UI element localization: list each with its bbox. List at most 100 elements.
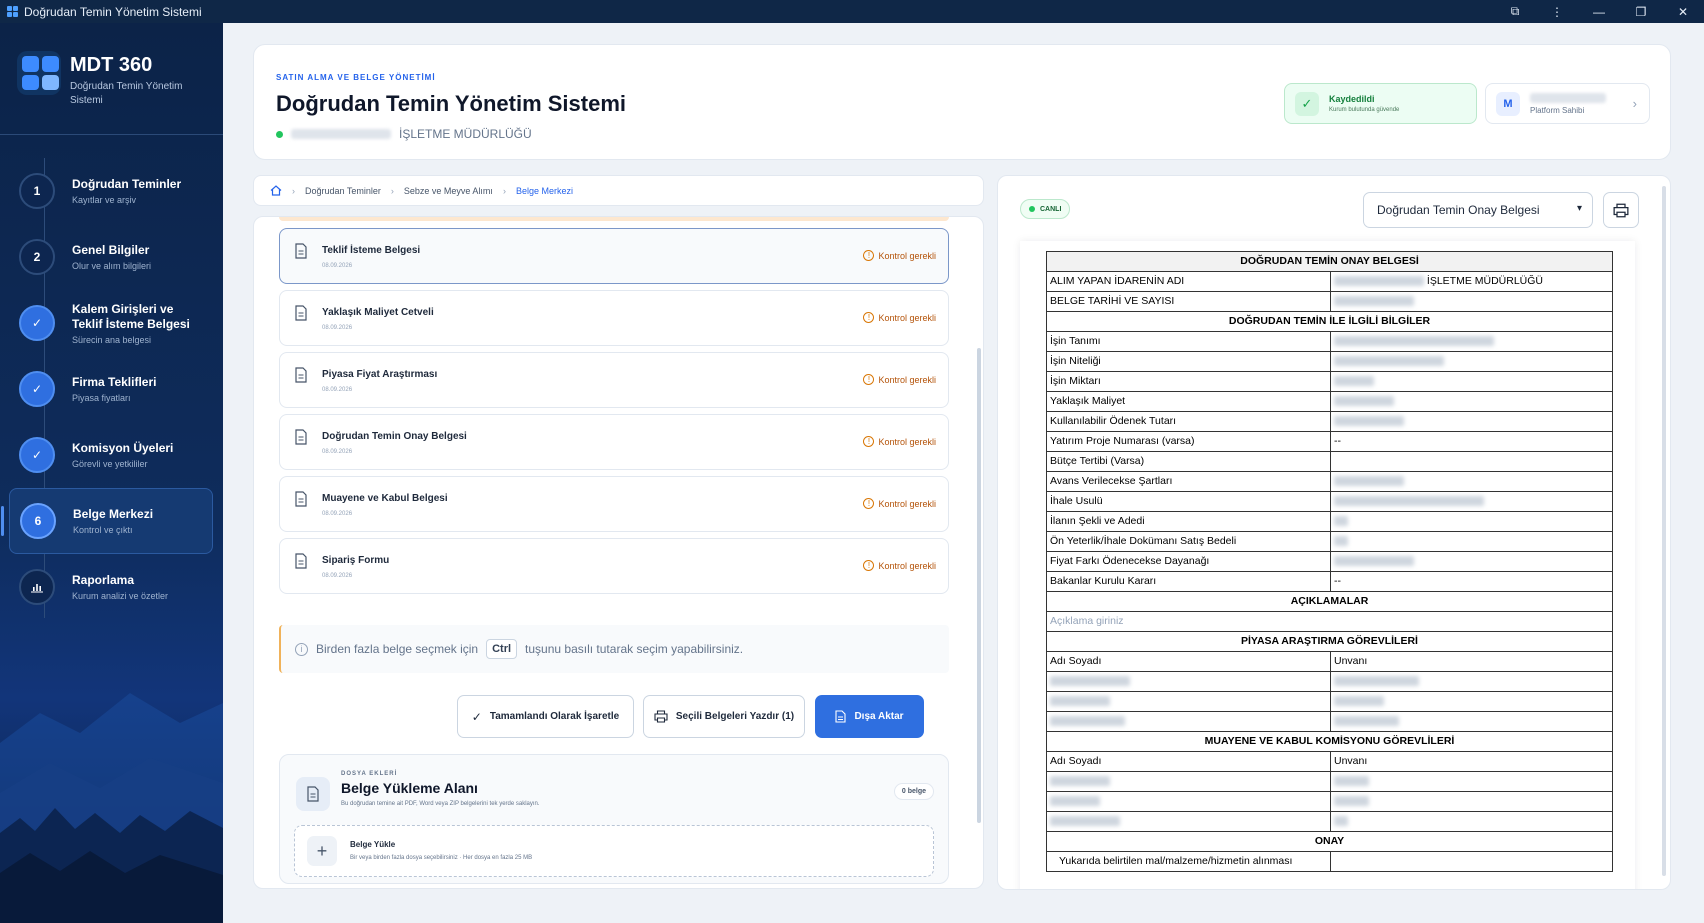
user-menu[interactable]: M Platform Sahibi › (1485, 83, 1650, 124)
app-logo (17, 51, 61, 95)
description-field[interactable]: Açıklama giriniz (1046, 611, 1613, 632)
column-header: Adı Soyadı (1046, 651, 1331, 672)
avatar: M (1496, 91, 1520, 116)
list-scrollbar[interactable] (977, 218, 981, 888)
form-label: İlanın Şekli ve Adedi (1046, 511, 1331, 532)
breadcrumb-current: Belge Merkezi (515, 185, 573, 196)
close-button[interactable]: ✕ (1662, 0, 1704, 23)
warning-icon: ! (863, 250, 875, 261)
nav-item-firma-teklifleri[interactable]: ✓ Firma Teklifleri Piyasa fiyatları (9, 356, 213, 422)
approval-form-table: DOĞRUDAN TEMİN ONAY BELGESİ ALIM YAPAN İ… (1046, 251, 1613, 872)
step-number: 2 (19, 239, 55, 275)
document-item[interactable]: Teklif İsteme Belgesi 08.09.2026 ! Kontro… (279, 228, 949, 284)
document-icon (296, 777, 330, 811)
nav-title: Raporlama (72, 573, 135, 587)
save-status-sub: Kurum bulutunda güvende (1329, 107, 1400, 113)
nav-item-belge-merkezi[interactable]: 6 Belge Merkezi Kontrol ve çıktı (1, 488, 213, 554)
document-icon (295, 243, 307, 259)
window-titlebar: Doğrudan Temin Yönetim Sistemi ⧉ ⋮ — ❐ ✕ (0, 0, 1704, 23)
nav-subtitle: Piyasa fiyatları (72, 393, 131, 403)
nav-item-kalem-girisleri[interactable]: ✓ Kalem Girişleri ve Teklif İsteme Belge… (9, 290, 213, 356)
form-label: Yatırım Proje Numarası (varsa) (1046, 431, 1331, 452)
nav-title: Genel Bilgiler (72, 243, 150, 257)
status-dot (276, 130, 283, 138)
user-role: Platform Sahibi (1530, 105, 1585, 115)
warning-icon: ! (863, 436, 875, 447)
document-item[interactable]: Yaklaşık Maliyet Cetveli 08.09.2026 ! Kon… (279, 290, 949, 346)
mark-complete-button[interactable]: ✓ Tamamlandı Olarak İşaretle (457, 695, 634, 738)
org-name: İŞLETME MÜDÜRLÜĞÜ (399, 127, 532, 141)
form-label: Bütçe Tertibi (Varsa) (1046, 451, 1331, 472)
document-select[interactable]: Doğrudan Temin Onay Belgesi ▾ (1363, 192, 1593, 228)
check-icon: ✓ (19, 437, 55, 473)
document-icon (295, 367, 307, 383)
upload-dropzone[interactable]: + Belge Yükle Bir veya birden fazla dosy… (294, 825, 934, 877)
breadcrumb-item[interactable]: Sebze ve Meyve Alımı (404, 186, 493, 196)
save-status-title: Kaydedildi (1329, 94, 1375, 104)
form-label: Bakanlar Kurulu Kararı (1046, 571, 1331, 592)
form-value: -- (1330, 571, 1613, 592)
nav-subtitle: Kurum analizi ve özetler (72, 591, 169, 601)
document-date: 08.09.2026 (322, 387, 353, 393)
document-icon (295, 305, 307, 321)
nav-item-dogrudan-teminler[interactable]: 1 Doğrudan Teminler Kayıtlar ve arşiv (9, 158, 213, 224)
nav-title: Firma Teklifleri (72, 375, 157, 389)
nav-title: Belge Merkezi (73, 507, 154, 521)
check-icon: ✓ (19, 371, 55, 407)
nav-title: Kalem Girişleri ve Teklif İsteme Belgesi (72, 301, 190, 331)
more-icon[interactable]: ⋮ (1536, 0, 1578, 23)
print-button[interactable] (1603, 192, 1639, 228)
form-label: İhale Usulü (1046, 491, 1331, 512)
document-item[interactable]: Muayene ve Kabul Belgesi 08.09.2026 ! Kon… (279, 476, 949, 532)
document-date: 08.09.2026 (322, 325, 353, 331)
upload-subtitle: Bu doğrudan temine ait PDF, Word veya ZI… (341, 801, 540, 807)
form-value: -- (1330, 431, 1613, 452)
table-cell (1330, 851, 1613, 872)
document-preview: DOĞRUDAN TEMİN ONAY BELGESİ ALIM YAPAN İ… (1020, 241, 1635, 889)
nav-item-genel-bilgiler[interactable]: 2 Genel Bilgiler Olur ve alım bilgileri (9, 224, 213, 290)
maximize-button[interactable]: ❐ (1620, 0, 1662, 23)
form-section-title: MUAYENE VE KABUL KOMİSYONU GÖREVLİLERİ (1046, 731, 1613, 752)
print-selected-button[interactable]: Seçili Belgeleri Yazdır (1) (643, 695, 805, 738)
document-date: 08.09.2026 (322, 511, 353, 517)
table-cell (1330, 711, 1613, 732)
chevron-right-icon: › (1632, 96, 1637, 111)
nav-subtitle: Görevli ve yetkililer (72, 459, 148, 469)
form-value (1330, 551, 1613, 572)
table-cell (1330, 811, 1613, 832)
form-section-title: ONAY (1046, 831, 1613, 852)
warning-icon: ! (863, 374, 875, 385)
document-icon (295, 429, 307, 445)
document-name: Muayene ve Kabul Belgesi (322, 493, 448, 504)
document-item[interactable]: Piyasa Fiyat Araştırması 08.09.2026 ! Kon… (279, 352, 949, 408)
organization: İŞLETME MÜDÜRLÜĞÜ (276, 127, 532, 141)
preview-scrollbar[interactable] (1662, 178, 1666, 888)
breadcrumb-item[interactable]: Doğrudan Teminler (305, 186, 381, 196)
page-title: Doğrudan Temin Yönetim Sistemi (276, 91, 627, 116)
export-button[interactable]: Dışa Aktar (815, 695, 924, 738)
document-item[interactable]: Doğrudan Temin Onay Belgesi 08.09.2026 !… (279, 414, 949, 470)
form-section-title: AÇIKLAMALAR (1046, 591, 1613, 612)
extensions-icon[interactable]: ⧉ (1494, 0, 1536, 23)
table-cell (1046, 791, 1331, 812)
form-value (1330, 411, 1613, 432)
status-badge: ! Kontrol gerekli (863, 560, 936, 571)
check-icon: ✓ (471, 709, 482, 724)
document-item[interactable]: Sipariş Formu 08.09.2026 ! Kontrol gerekl… (279, 538, 949, 594)
redacted-text (291, 129, 391, 139)
form-value: İŞLETME MÜDÜRLÜĞÜ (1330, 271, 1613, 292)
warning-icon: ! (863, 560, 875, 571)
home-icon[interactable] (270, 185, 282, 196)
nav-title: Doğrudan Teminler (72, 177, 182, 191)
nav-item-komisyon-uyeleri[interactable]: ✓ Komisyon Üyeleri Görevli ve yetkililer (9, 422, 213, 488)
nav-subtitle: Kayıtlar ve arşiv (72, 195, 137, 205)
minimize-button[interactable]: — (1578, 0, 1620, 23)
step-nav: 1 Doğrudan Teminler Kayıtlar ve arşiv 2 G… (1, 158, 213, 620)
document-name: Yaklaşık Maliyet Cetveli (322, 307, 434, 318)
nav-item-raporlama[interactable]: Raporlama Kurum analizi ve özetler (9, 554, 213, 620)
document-name: Piyasa Fiyat Araştırması (322, 369, 438, 380)
check-icon: ✓ (1295, 91, 1319, 116)
sidebar: MDT 360 Doğrudan Temin Yönetim Sistemi 1… (0, 23, 223, 923)
table-cell (1046, 811, 1331, 832)
table-cell (1330, 691, 1613, 712)
